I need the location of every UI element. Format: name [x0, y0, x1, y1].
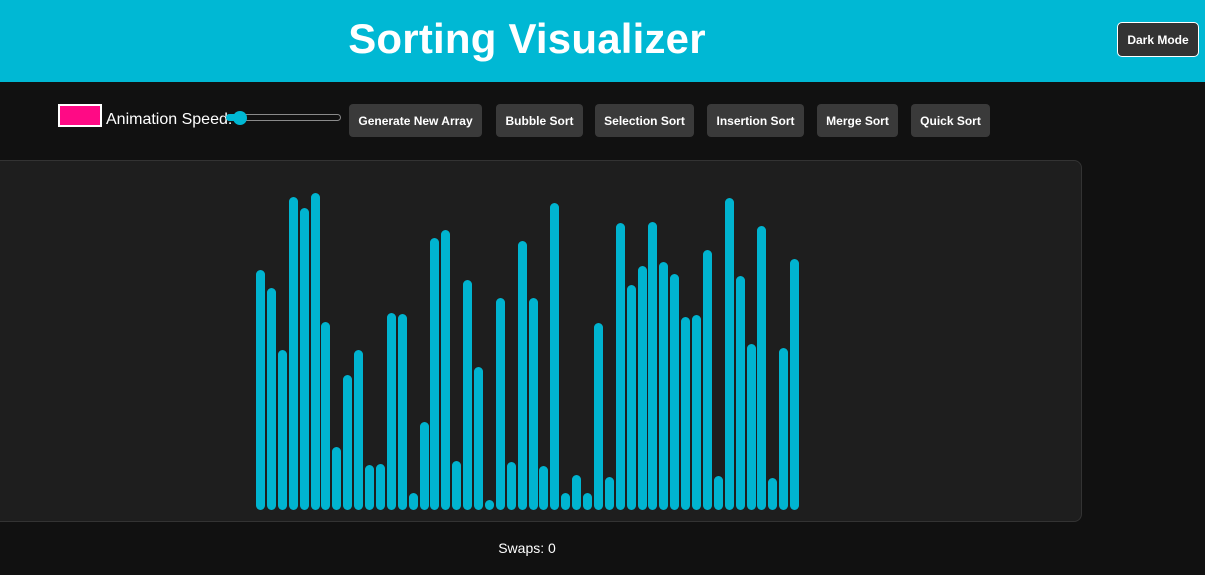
array-bar: [615, 223, 625, 510]
array-bar: [768, 478, 778, 510]
array-container: [0, 160, 1082, 522]
array-bar: [659, 262, 669, 510]
array-bar: [561, 493, 571, 510]
array-bar: [474, 367, 483, 510]
array-bar: [735, 276, 745, 510]
array-bar: [626, 285, 636, 510]
array-bar: [757, 226, 767, 510]
array-bar: [593, 323, 603, 510]
array-bar: [256, 270, 265, 510]
array-bar: [506, 462, 516, 510]
animation-speed-slider[interactable]: [226, 109, 341, 127]
array-bar: [484, 500, 494, 510]
dark-mode-button[interactable]: Dark Mode: [1117, 22, 1199, 57]
array-bar: [375, 464, 385, 510]
insertion-sort-button[interactable]: Insertion Sort: [707, 104, 804, 137]
array-bar: [419, 422, 429, 510]
array-bar: [343, 375, 353, 510]
array-bar: [266, 288, 276, 510]
controls-bar: Animation Speed: Generate New Array Bubb…: [0, 82, 1205, 160]
array-bar: [408, 493, 418, 510]
array-bar: [517, 241, 527, 510]
array-bar: [463, 280, 473, 510]
generate-new-array-button[interactable]: Generate New Array: [349, 104, 482, 137]
animation-speed-label: Animation Speed:: [106, 111, 233, 128]
array-bar: [637, 266, 647, 510]
array-bar: [441, 230, 451, 510]
array-bar: [702, 250, 712, 510]
array-bar: [779, 348, 789, 510]
array-bar: [365, 465, 374, 510]
array-bar: [288, 197, 298, 510]
array-bars: [0, 161, 1081, 521]
array-bar: [386, 313, 396, 510]
quick-sort-button[interactable]: Quick Sort: [911, 104, 990, 137]
array-bar: [332, 447, 342, 510]
swaps-counter: Swaps: 0: [498, 540, 556, 556]
merge-sort-button[interactable]: Merge Sort: [817, 104, 898, 137]
array-bar: [495, 298, 505, 510]
slider-thumb[interactable]: [233, 111, 247, 125]
array-bar: [299, 208, 309, 510]
array-bar: [452, 461, 462, 510]
array-bar: [310, 193, 320, 510]
array-bar: [604, 477, 614, 510]
array-bar: [572, 475, 582, 510]
array-bar: [713, 476, 723, 510]
array-bar: [648, 222, 658, 510]
array-bar: [583, 493, 592, 510]
array-bar: [790, 259, 800, 510]
array-bar: [397, 314, 407, 510]
array-bar: [321, 322, 331, 510]
array-bar: [277, 350, 287, 510]
array-bar: [746, 344, 756, 510]
page-title: Sorting Visualizer: [348, 15, 706, 62]
selection-sort-button[interactable]: Selection Sort: [595, 104, 694, 137]
array-bar: [539, 466, 549, 510]
array-bar: [692, 315, 701, 510]
array-bar: [670, 274, 680, 510]
bar-color-picker[interactable]: [58, 104, 102, 127]
header-bar: Sorting Visualizer Dark Mode: [0, 0, 1205, 82]
array-bar: [550, 203, 560, 510]
array-bar: [724, 198, 734, 510]
array-bar: [354, 350, 364, 510]
array-bar: [528, 298, 538, 510]
array-bar: [430, 238, 440, 510]
bubble-sort-button[interactable]: Bubble Sort: [496, 104, 583, 137]
array-bar: [681, 317, 691, 510]
